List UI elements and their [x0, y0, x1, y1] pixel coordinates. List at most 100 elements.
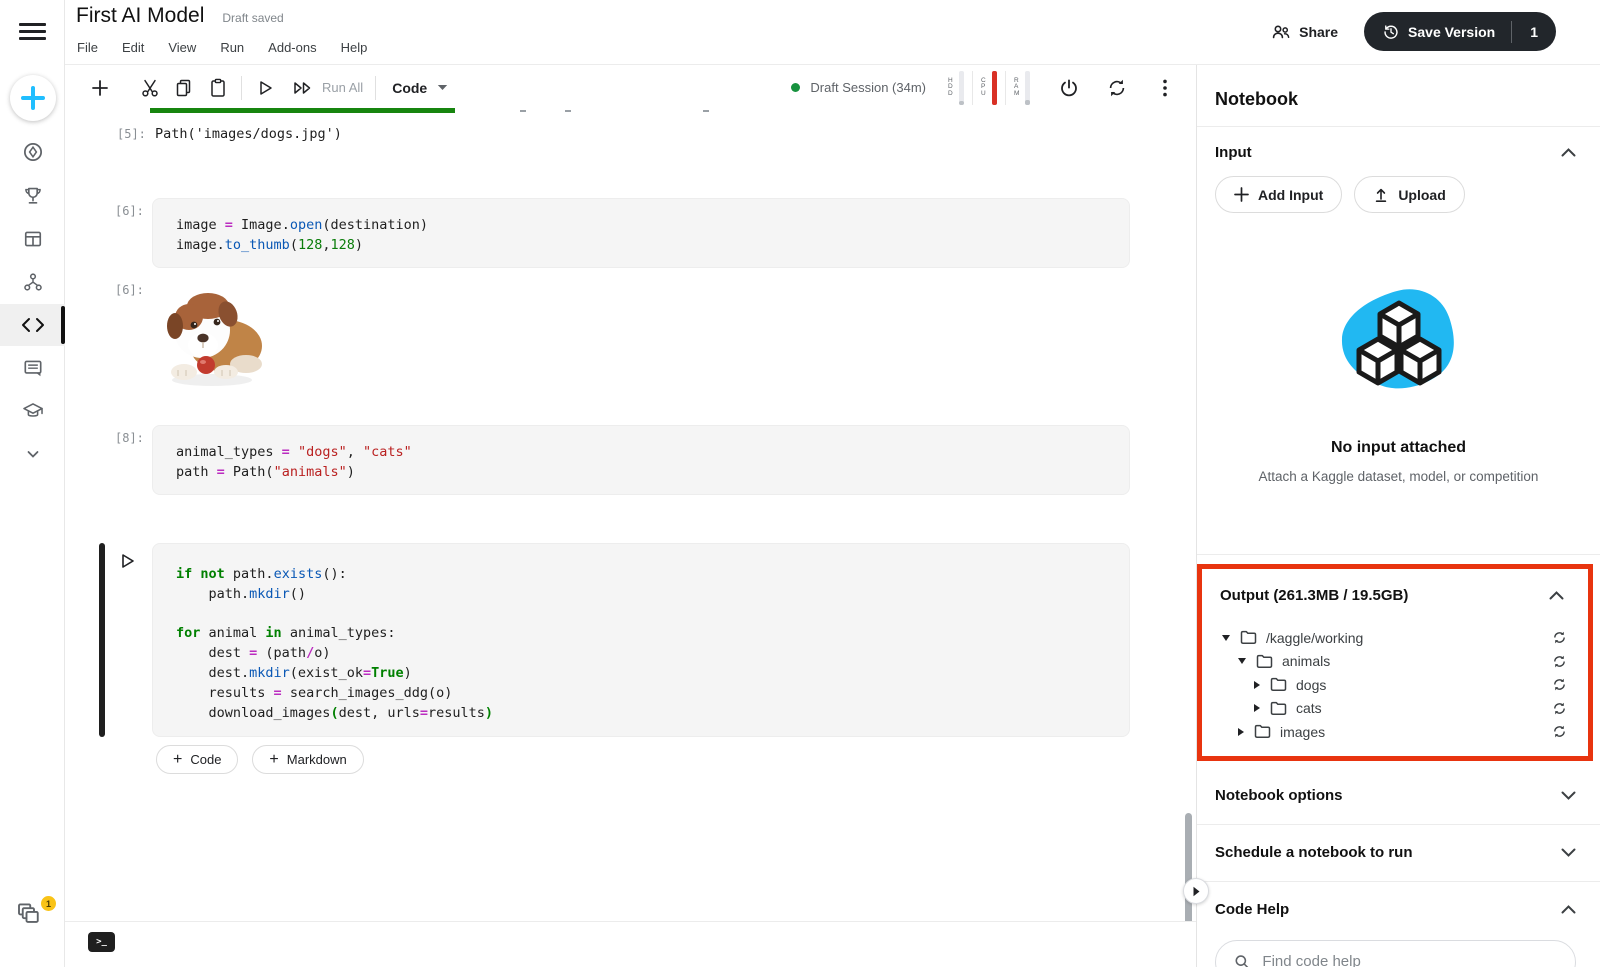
caret-down-icon[interactable] — [1222, 635, 1230, 641]
menu-run[interactable]: Run — [220, 40, 244, 55]
chevron-up-icon — [1561, 905, 1576, 914]
sidebar-item-more[interactable] — [0, 433, 65, 475]
sync-icon — [1552, 724, 1567, 739]
sync-icon — [1552, 701, 1567, 716]
tree-node-label: images — [1280, 724, 1325, 740]
collapse-panel-button[interactable] — [1183, 878, 1209, 904]
notebook-scrollbar[interactable] — [1185, 813, 1192, 925]
input-actions: Add Input Upload — [1197, 173, 1600, 213]
hdd-meter-bar — [959, 71, 964, 105]
compass-icon — [22, 141, 44, 163]
run-this-cell-button[interactable] — [117, 551, 139, 573]
tree-row-dogs[interactable]: dogs — [1202, 673, 1588, 697]
sync-folder-button[interactable] — [1552, 701, 1567, 716]
terminal-icon[interactable]: >_ — [88, 932, 115, 952]
sync-folder-button[interactable] — [1552, 724, 1567, 739]
execution-count: [6]: — [115, 204, 144, 218]
fast-forward-icon — [292, 78, 314, 98]
session-label: Draft Session (34m) — [810, 80, 926, 95]
tree-row--kaggle-working[interactable]: /kaggle/working — [1202, 626, 1588, 650]
history-clock-icon — [1382, 23, 1400, 41]
sync-folder-button[interactable] — [1552, 654, 1567, 669]
cell-output-text: Path('images/dogs.jpg') — [155, 126, 342, 142]
hamburger-menu-icon[interactable] — [19, 19, 46, 41]
cpu-meter[interactable]: CPU — [973, 71, 1006, 105]
code-icon — [21, 314, 45, 336]
focused-cell-indicator — [99, 543, 105, 737]
version-count[interactable]: 1 — [1511, 21, 1556, 43]
active-sessions-button[interactable]: 1 — [14, 900, 54, 944]
add-cell-button[interactable] — [83, 71, 117, 105]
sidebar-item-explore[interactable] — [0, 131, 65, 173]
hdd-meter[interactable]: HDD — [940, 71, 973, 105]
sync-folder-button[interactable] — [1552, 630, 1567, 645]
run-progress-bar — [150, 108, 455, 113]
ram-meter-bar — [1025, 71, 1030, 105]
sidebar-item-learn[interactable] — [0, 390, 65, 432]
tree-row-animals[interactable]: animals — [1202, 650, 1588, 674]
sync-folder-button[interactable] — [1552, 677, 1567, 692]
code-help-search[interactable] — [1215, 940, 1576, 967]
share-button[interactable]: Share — [1271, 23, 1338, 41]
add-code-cell-button[interactable]: + Code — [156, 745, 238, 774]
code-line: dest.mkdir(exist_ok=True) — [176, 664, 1129, 684]
caret-down-icon — [437, 84, 448, 91]
output-section-header[interactable]: Output (261.3MB / 19.5GB) — [1202, 579, 1588, 616]
caret-right-icon[interactable] — [1238, 728, 1244, 736]
cut-cell-button[interactable] — [133, 71, 167, 105]
cell-type-dropdown[interactable]: Code — [392, 80, 448, 96]
code-cell-focused[interactable]: if not path.exists(): path.mkdir() for a… — [152, 543, 1130, 737]
caret-right-icon[interactable] — [1254, 704, 1260, 712]
cell-marker — [565, 110, 571, 112]
stop-session-button[interactable] — [1052, 71, 1086, 105]
restart-icon — [1107, 78, 1127, 98]
tree-row-cats[interactable]: cats — [1202, 697, 1588, 721]
run-cell-button[interactable] — [248, 71, 282, 105]
section-notebook-options[interactable]: Notebook options — [1197, 768, 1600, 824]
sync-icon — [1552, 654, 1567, 669]
menu-help[interactable]: Help — [341, 40, 368, 55]
add-input-button[interactable]: Add Input — [1215, 176, 1342, 213]
sidebar-item-models[interactable] — [0, 261, 65, 303]
sidebar-item-competitions[interactable] — [0, 175, 65, 217]
menu-view[interactable]: View — [168, 40, 196, 55]
session-status[interactable]: Draft Session (34m) — [791, 80, 926, 95]
play-icon — [255, 78, 275, 98]
save-version-button[interactable]: Save Version 1 — [1364, 12, 1556, 51]
menu-add-ons[interactable]: Add-ons — [268, 40, 316, 55]
run-all-label[interactable]: Run All — [322, 80, 363, 95]
draft-status: Draft saved — [222, 11, 283, 25]
caret-right-icon[interactable] — [1254, 681, 1260, 689]
upload-button[interactable]: Upload — [1354, 176, 1464, 213]
folder-icon — [1270, 677, 1287, 692]
create-button[interactable] — [10, 75, 56, 121]
paste-cell-button[interactable] — [201, 71, 235, 105]
code-line: animal_types = "dogs", "cats" — [176, 443, 1129, 463]
add-markdown-cell-button[interactable]: + Markdown — [252, 745, 363, 774]
caret-down-icon[interactable] — [1238, 658, 1246, 664]
share-label: Share — [1299, 24, 1338, 40]
section-code-help[interactable]: Code Help — [1197, 882, 1600, 938]
sidebar-item-discussions[interactable] — [0, 347, 65, 389]
run-all-button[interactable] — [286, 71, 320, 105]
sidebar-item-datasets[interactable] — [0, 218, 65, 260]
menu-file[interactable]: File — [77, 40, 98, 55]
input-section-header[interactable]: Input — [1197, 127, 1600, 173]
tree-row-images[interactable]: images — [1202, 720, 1588, 744]
console-bar: >_ — [65, 921, 1196, 967]
folder-icon — [1254, 724, 1271, 739]
copy-cell-button[interactable] — [167, 71, 201, 105]
folder-icon — [1270, 701, 1287, 716]
sidebar-item-code[interactable] — [0, 304, 65, 346]
section-schedule-notebook[interactable]: Schedule a notebook to run — [1197, 825, 1600, 881]
plus-icon — [91, 79, 109, 97]
restart-session-button[interactable] — [1100, 71, 1134, 105]
menu-edit[interactable]: Edit — [122, 40, 144, 55]
page-title[interactable]: First AI Model — [76, 4, 204, 28]
more-options-button[interactable] — [1148, 71, 1182, 105]
ram-meter[interactable]: RAM — [1006, 71, 1038, 105]
code-cell[interactable]: animal_types = "dogs", "cats"path = Path… — [152, 425, 1130, 495]
add-cell-bar: + Code + Markdown — [156, 745, 364, 774]
code-cell[interactable]: image = Image.open(destination)image.to_… — [152, 198, 1130, 268]
code-help-input[interactable] — [1262, 953, 1557, 967]
